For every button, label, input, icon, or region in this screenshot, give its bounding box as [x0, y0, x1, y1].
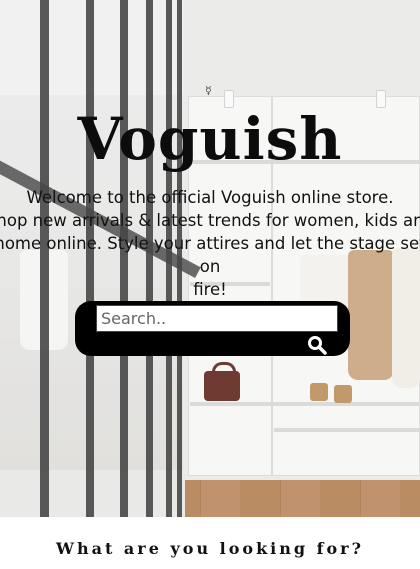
categories-section: What are you looking for? — [0, 517, 420, 569]
tagline-line: fire! — [193, 280, 227, 299]
hero-tagline: Welcome to the official Voguish online s… — [0, 186, 420, 301]
search-box — [75, 301, 350, 356]
hero-banner: ☿ Voguish Welcome to the official Voguis… — [0, 0, 420, 517]
search-icon — [308, 336, 327, 355]
tagline-line: Shop new arrivals & latest trends for wo… — [0, 211, 420, 230]
search-input[interactable] — [96, 305, 338, 332]
section-title: What are you looking for? — [56, 539, 364, 558]
brand-title: Voguish — [77, 105, 343, 173]
tagline-line: home online. Style your attires and let … — [0, 234, 420, 276]
search-button[interactable] — [303, 334, 331, 356]
tagline-line: Welcome to the official Voguish online s… — [26, 188, 394, 207]
